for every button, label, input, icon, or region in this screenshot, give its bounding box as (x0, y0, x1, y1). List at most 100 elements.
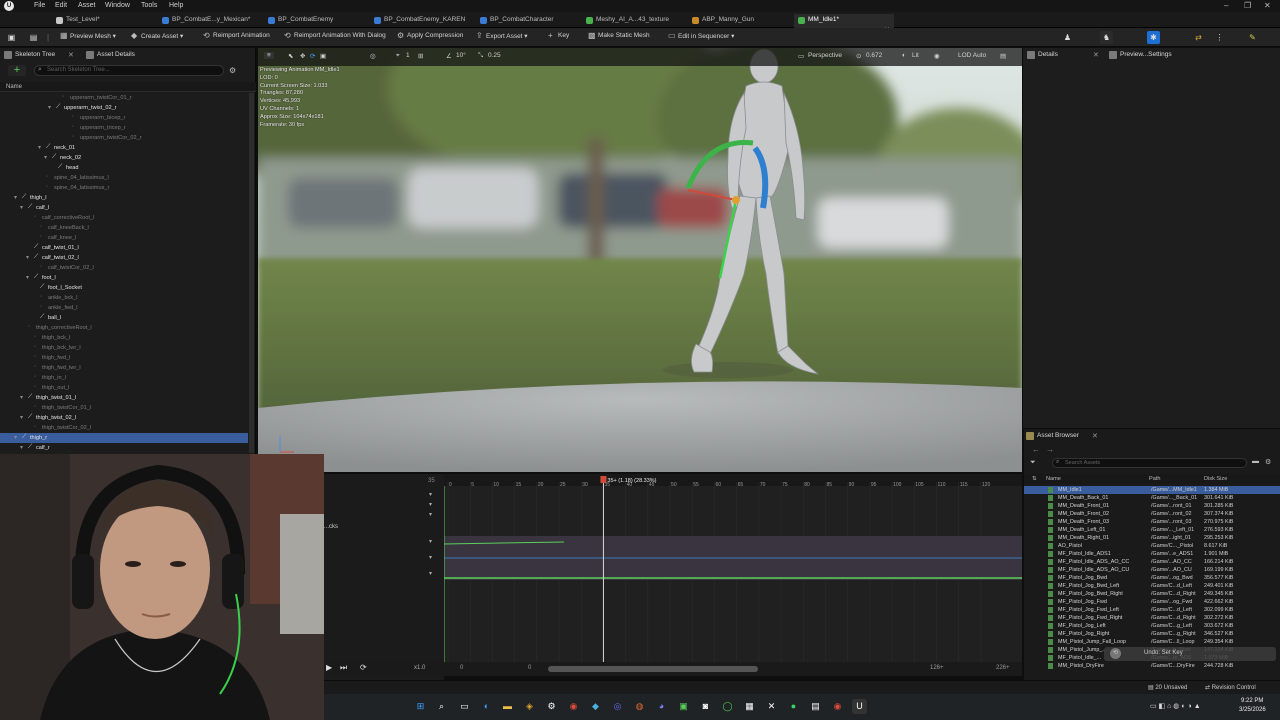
tab-meshy-texture[interactable]: Meshy_AI_A...43_texture (582, 14, 675, 28)
app-icon[interactable]: ▣ (676, 699, 691, 714)
rotation-snap-value[interactable]: 10° (456, 52, 466, 59)
app-icon[interactable]: ▤ (808, 699, 823, 714)
maximize-icon[interactable]: ❐ (1244, 1, 1251, 10)
tab-details[interactable]: Details (1027, 51, 1058, 59)
mesh-mode-icon[interactable]: ♞ (1100, 31, 1113, 44)
asset-row[interactable]: MM_Death_Back_01/Game/..._Back_01 301.641… (1024, 494, 1280, 502)
timeline-scrollbar[interactable] (548, 666, 758, 672)
tab-bp-combat-mexican[interactable]: BP_CombatE...y_Mexican* (158, 14, 256, 28)
expand-arrow-icon[interactable]: ▾ (14, 434, 17, 441)
asset-row[interactable]: MM_Pistol_Jump_Fall_Loop/Game/C...ll_Loo… (1024, 638, 1280, 646)
asset-row[interactable]: MF_Pistol_Jog_Bwd_Right/Game/C...d_Right… (1024, 590, 1280, 598)
scale-tool-icon[interactable]: ▣ (320, 52, 326, 60)
tree-row-bone[interactable]: ▾ ⟋ foot_l (0, 273, 248, 283)
asset-row[interactable]: AO_Pistol/Game/C..._Pistol 8.617 KiB (1024, 542, 1280, 550)
asset-row[interactable]: MF_Pistol_Idle_ADS1/Game/...e_ADS1 1.901 … (1024, 550, 1280, 558)
asset-search-input[interactable]: ⌕ Search Assets (1052, 458, 1247, 468)
layout-icon[interactable]: ▤ (1000, 52, 1006, 60)
menu-help[interactable]: Help (169, 2, 183, 9)
filter-icon[interactable]: ⏷ (1030, 459, 1036, 467)
expand-arrow-icon[interactable]: ▾ (20, 414, 23, 421)
menu-edit[interactable]: Edit (55, 2, 67, 9)
close-window-icon[interactable]: ✕ (1264, 1, 1271, 10)
tree-row-bone[interactable]: ▾ ⟋ thigh_r (0, 433, 248, 443)
animation-mode-icon[interactable]: ✱ (1147, 31, 1160, 44)
timeline[interactable]: 0 5 10 15 20 25 30 35 40 45 50 55 60 65 70 75 80 85 90 95 10… (444, 474, 1022, 664)
tab-preview-settings[interactable]: Preview...Settings (1109, 51, 1172, 59)
tab-bp-combat-enemy-karen[interactable]: BP_CombatEnemy_KAREN (370, 14, 471, 28)
viewport[interactable]: ≡ ⬉ ✥ ⟳ ▣ ◎ ⌖ 1 ⊞ ∠ 10° ⤡ 0.25 ▭ Perspec… (258, 48, 1022, 472)
minimize-icon[interactable]: – (1224, 1, 1228, 10)
spotify-icon[interactable]: ● (786, 699, 801, 714)
asset-row[interactable]: MM_Death_Front_02/Game/...ront_02 307.374… (1024, 510, 1280, 518)
app-icon[interactable]: ◍ (632, 699, 647, 714)
scale-snap-value[interactable]: 0.25 (488, 52, 501, 59)
fov-value[interactable]: 0.672 (866, 52, 882, 59)
expand-arrow-icon[interactable]: ▾ (44, 154, 47, 161)
track-dropdown-icon[interactable]: ▾ (429, 491, 432, 498)
tree-row-bone[interactable]: ◦ calf_kneeBack_l (0, 223, 248, 233)
menu-window[interactable]: Window (105, 2, 130, 9)
view-end[interactable]: 126+ (930, 665, 944, 671)
app-icon[interactable]: ◆ (588, 699, 603, 714)
edge-icon[interactable]: ◐ (479, 699, 494, 714)
tree-row-bone[interactable]: ◦ upperarm_twistCor_02_r (0, 133, 248, 143)
tab-skeleton-tree[interactable]: Skeleton Tree (4, 51, 55, 59)
tray-icons[interactable]: ▭ ◧ ⌂ ◍ ◐ ◑ ▲ (1150, 702, 1201, 710)
show-icon[interactable]: ◉ (934, 52, 940, 60)
asset-row[interactable]: MF_Pistol_Idle_ADS_AO_CC/Game/...AO_CC 16… (1024, 558, 1280, 566)
skeleton-search-input[interactable]: ⌕ Search Skeleton Tree... (34, 65, 224, 76)
asset-row[interactable]: MF_Pistol_Jog_Right/Game/C...g_Right 346.… (1024, 630, 1280, 638)
menu-file[interactable]: File (34, 2, 45, 9)
create-asset-button[interactable]: ◆ Create Asset ▾ (131, 31, 183, 44)
asset-row[interactable]: MF_Pistol_Jog_Bwd/Game/...og_Bwd 356.577 … (1024, 574, 1280, 582)
tree-row-bone[interactable]: ◦ spine_04_latissimus_l (0, 173, 248, 183)
tree-row-bone[interactable]: ◦ thigh_correctiveRoot_l (0, 323, 248, 333)
asset-row[interactable]: MM_Pistol_DryFire/Game/C...DryFire 244.72… (1024, 662, 1280, 670)
tree-row-bone[interactable]: ◦ thigh_bck_lwr_l (0, 343, 248, 353)
apply-compression-button[interactable]: ⚙ Apply Compression (397, 31, 463, 44)
tree-row-bone[interactable]: ◦ thigh_bck_l (0, 333, 248, 343)
playback-speed[interactable]: x1.0 (414, 665, 425, 671)
task-view-icon[interactable]: ▭ (457, 699, 472, 714)
asset-row[interactable]: MF_Pistol_Jog_Fwd/Game/...og_Fwd 422.662 … (1024, 598, 1280, 606)
tree-row-bone[interactable]: ▾ ⟋ upperarm_twist_02_r (0, 103, 248, 113)
add-bone-button[interactable]: + (8, 65, 26, 76)
expand-arrow-icon[interactable]: ▾ (26, 274, 29, 281)
lod-dropdown[interactable]: LOD Auto (958, 52, 986, 59)
tree-row-bone[interactable]: ◦ upperarm_twistCor_01_r (0, 93, 248, 103)
asset-row[interactable]: MM_Death_Front_01/Game/...ront_01 301.285… (1024, 502, 1280, 510)
expand-arrow-icon[interactable]: ▾ (38, 144, 41, 151)
tab-bp-combat-character[interactable]: BP_CombatCharacter (476, 14, 560, 28)
unsaved-indicator[interactable]: ▤ 20 Unsaved (1148, 684, 1187, 691)
expand-arrow-icon[interactable]: ▾ (14, 194, 17, 201)
make-static-mesh-button[interactable]: ▩ Make Static Mesh (588, 31, 650, 44)
tree-row-bone[interactable]: ⟋ head (0, 163, 248, 173)
tab-asset-details[interactable]: Asset Details (86, 51, 135, 59)
preview-mesh-button[interactable]: ▦ Preview Mesh ▾ (60, 31, 116, 44)
viewport-menu-icon[interactable]: ≡ (264, 52, 274, 59)
column-path[interactable]: Path (1149, 476, 1161, 482)
chrome-icon[interactable]: ◉ (830, 699, 845, 714)
expand-arrow-icon[interactable]: ▾ (48, 104, 51, 111)
gear-icon[interactable]: ⚙ (229, 66, 236, 75)
tree-row-bone[interactable]: ▾ ⟋ thigh_twist_01_l (0, 393, 248, 403)
file-explorer-icon[interactable]: ▬ (500, 699, 515, 714)
save-icon[interactable]: ▣ (5, 31, 18, 44)
tree-row-bone[interactable]: ◦ thigh_out_l (0, 383, 248, 393)
column-name[interactable]: Name (1046, 476, 1061, 482)
export-asset-button[interactable]: ⇪ Export Asset ▾ (476, 31, 528, 44)
surface-snap-icon[interactable]: ⌖ (396, 52, 400, 60)
move-tool-icon[interactable]: ✥ (300, 52, 305, 60)
tree-row-bone[interactable]: ▾ ⟋ neck_02 (0, 153, 248, 163)
skeleton-mode-icon[interactable]: ♟ (1061, 31, 1074, 44)
tree-row-bone[interactable]: ⟋ foot_l_Socket (0, 283, 248, 293)
tree-scrollbar[interactable] (249, 93, 254, 453)
tree-row-bone[interactable]: ▾ ⟋ calf_r (0, 443, 248, 453)
tree-row-bone[interactable]: ▾ ⟋ calf_l (0, 203, 248, 213)
browse-icon[interactable]: ▤ (27, 31, 40, 44)
discord-icon[interactable]: ◕ (654, 699, 669, 714)
track-dropdown-icon[interactable]: ▾ (429, 511, 432, 518)
track-dropdown-icon[interactable]: ▾ (429, 554, 432, 561)
grid-snap-icon[interactable]: ⊞ (418, 52, 423, 60)
